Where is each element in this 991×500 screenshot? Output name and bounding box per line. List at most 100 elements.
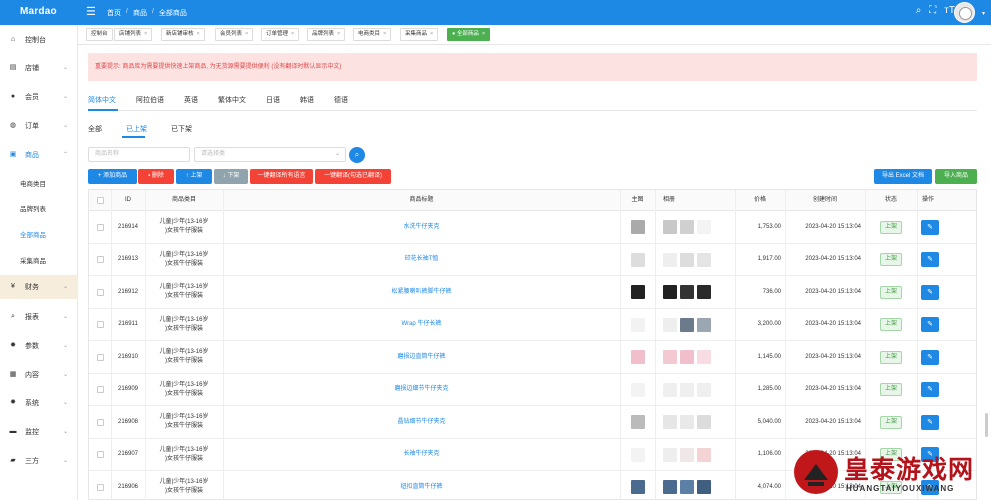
close-icon[interactable]: × <box>144 31 147 37</box>
sidebar-item-store[interactable]: ▤ 店铺 ⌄ <box>0 56 78 80</box>
cell-title[interactable]: 纽扣直筒牛仔裤 <box>223 471 620 499</box>
category-select[interactable]: 请选择类 ⌄ <box>194 147 346 162</box>
status-badge[interactable]: 上架 <box>879 253 902 266</box>
row-checkbox[interactable] <box>96 223 104 231</box>
album-image[interactable] <box>680 252 694 267</box>
status-badge[interactable]: 上架 <box>879 415 902 429</box>
breadcrumb-goods[interactable]: 商品 <box>133 8 147 18</box>
main-image[interactable] <box>630 252 645 267</box>
close-icon[interactable]: × <box>197 31 200 37</box>
cell-title[interactable]: 晶钻细节牛仔夹克 <box>223 406 620 438</box>
main-image[interactable] <box>630 285 645 299</box>
avatar-caret-icon[interactable]: ▾ <box>982 10 985 17</box>
close-icon[interactable]: × <box>383 31 386 37</box>
status-tab-off[interactable]: 已下架 <box>171 124 192 138</box>
row-checkbox[interactable] <box>96 321 104 328</box>
lang-tab-ja[interactable]: 日语 <box>266 95 280 109</box>
search-button[interactable]: ⌕ <box>349 147 365 163</box>
tab-all-goods[interactable]: ● 全部商品 × <box>447 28 491 41</box>
cell-title[interactable]: Wrap 牛仔长裤 <box>223 309 620 341</box>
album-image[interactable] <box>697 447 711 462</box>
sidebar-sub-collected[interactable]: 采集商品 <box>0 249 78 271</box>
goods-name-input[interactable]: 商品名称 <box>88 147 190 162</box>
lang-tab-en[interactable]: 英语 <box>184 95 198 109</box>
tab-dashboard[interactable]: 控制台 <box>86 28 113 41</box>
delete-button[interactable]: ▪ 删除 <box>138 169 174 184</box>
status-badge[interactable]: 上架 <box>879 318 902 331</box>
album-image[interactable] <box>680 317 694 332</box>
album-image[interactable] <box>680 447 694 462</box>
album-image[interactable] <box>697 382 711 397</box>
lang-tab-ko[interactable]: 韩语 <box>300 95 314 109</box>
row-checkbox[interactable] <box>96 256 104 263</box>
status-badge[interactable]: 上架 <box>879 383 902 396</box>
album-image[interactable] <box>663 415 677 429</box>
edit-button[interactable]: ✎ <box>921 219 939 235</box>
album-image[interactable] <box>697 480 711 494</box>
album-image[interactable] <box>680 480 694 494</box>
edit-button[interactable]: ✎ <box>921 252 939 267</box>
cell-title[interactable]: 水洗牛仔夹克 <box>223 211 620 243</box>
edit-button[interactable]: ✎ <box>921 349 939 365</box>
album-image[interactable] <box>663 382 677 397</box>
album-image[interactable] <box>697 317 711 332</box>
lang-tab-zh-cn[interactable]: 简体中文 <box>88 95 116 109</box>
album-image[interactable] <box>697 252 711 267</box>
album-image[interactable] <box>663 252 677 267</box>
row-checkbox[interactable] <box>96 353 104 361</box>
edit-button[interactable]: ✎ <box>921 317 939 332</box>
close-icon[interactable]: × <box>430 31 433 37</box>
close-icon[interactable]: × <box>245 31 248 37</box>
album-image[interactable] <box>663 220 677 234</box>
sidebar-item-dashboard[interactable]: ⌂ 控制台 <box>0 28 78 52</box>
sidebar-item-member[interactable]: ● 会员 ⌄ <box>0 85 78 109</box>
row-checkbox[interactable] <box>96 386 104 393</box>
import-goods-button[interactable]: 导入商品 <box>935 169 977 184</box>
sidebar-sub-category[interactable]: 电商类目 <box>0 172 78 194</box>
put-on-button[interactable]: ↑ 上架 <box>176 169 212 184</box>
row-checkbox[interactable] <box>96 451 104 458</box>
album-image[interactable] <box>680 415 694 429</box>
album-image[interactable] <box>697 415 711 429</box>
album-image[interactable] <box>680 350 694 364</box>
menu-toggle-icon[interactable]: ☰ <box>86 5 96 18</box>
sidebar-item-params[interactable]: ✹ 参数 ⌄ <box>0 334 78 358</box>
tab-member-list[interactable]: 会员列表 × <box>215 28 254 41</box>
tab-order-manage[interactable]: 订单管理 × <box>261 28 300 41</box>
album-image[interactable] <box>663 285 677 299</box>
sidebar-item-thirdparty[interactable]: ▰ 三方 ⌄ <box>0 449 78 473</box>
add-goods-button[interactable]: + 添加商品 <box>88 169 137 184</box>
album-image[interactable] <box>663 447 677 462</box>
cell-title[interactable]: 松紧腰喇叭裤脚牛仔裤 <box>223 276 620 308</box>
row-checkbox[interactable] <box>96 483 104 491</box>
album-image[interactable] <box>663 317 677 332</box>
edit-button[interactable]: ✎ <box>921 414 939 430</box>
cell-title[interactable]: 印花长袖T恤 <box>223 244 620 276</box>
album-image[interactable] <box>680 285 694 299</box>
main-image[interactable] <box>630 317 645 332</box>
tab-store-list[interactable]: 店铺列表 × <box>114 28 153 41</box>
row-checkbox[interactable] <box>96 288 104 296</box>
main-image[interactable] <box>630 480 645 494</box>
sidebar-item-goods[interactable]: ▣ 商品 ⌃ <box>0 143 78 167</box>
lang-tab-zh-tw[interactable]: 繁体中文 <box>218 95 246 109</box>
status-badge[interactable]: 上架 <box>879 220 902 234</box>
sidebar-sub-all-goods[interactable]: 全部商品 <box>0 223 78 245</box>
album-image[interactable] <box>680 220 694 234</box>
main-image[interactable] <box>630 415 645 429</box>
status-badge[interactable]: 上架 <box>879 285 902 299</box>
breadcrumb-home[interactable]: 首页 <box>107 8 121 18</box>
album-image[interactable] <box>697 220 711 234</box>
cell-title[interactable]: 磨损边直筒牛仔裤 <box>223 341 620 373</box>
tab-collected[interactable]: 采集商品 × <box>400 28 439 41</box>
tab-brand-list[interactable]: 品牌列表 × <box>307 28 346 41</box>
close-icon[interactable]: × <box>482 31 485 37</box>
scrollbar[interactable] <box>985 413 988 437</box>
album-image[interactable] <box>663 480 677 494</box>
status-tab-all[interactable]: 全部 <box>88 124 102 138</box>
export-excel-button[interactable]: 导出 Excel 文档 <box>874 169 932 184</box>
fullscreen-icon[interactable]: ⛶ <box>929 5 936 16</box>
main-image[interactable] <box>630 350 645 364</box>
avatar[interactable] <box>954 2 975 23</box>
app-logo[interactable]: Mardao <box>20 6 57 17</box>
